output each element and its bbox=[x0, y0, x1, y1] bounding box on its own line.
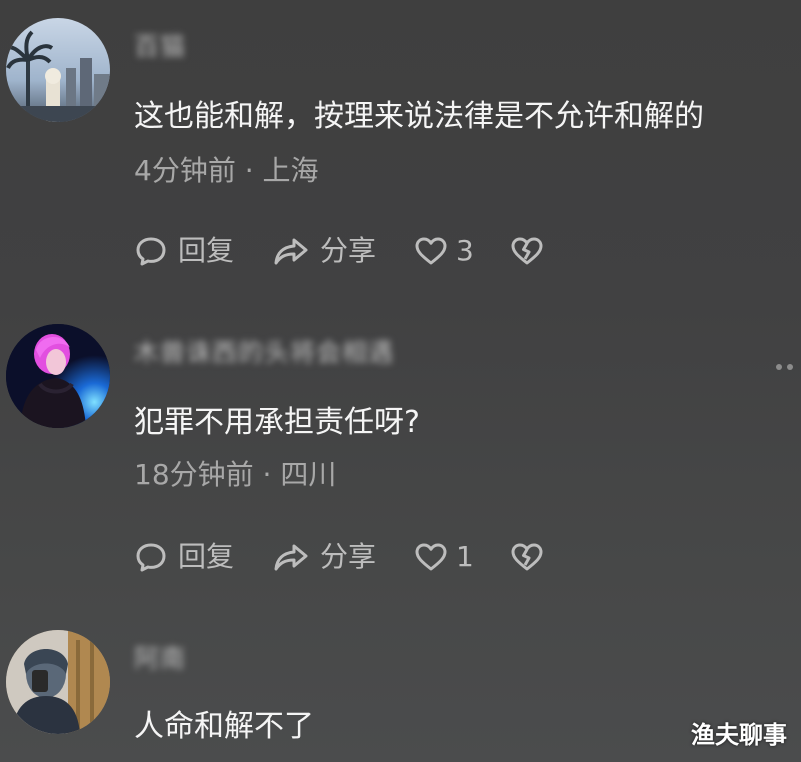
comment-username[interactable]: 阿南 bbox=[134, 644, 186, 674]
share-arrow-icon bbox=[274, 544, 308, 571]
broken-heart-icon bbox=[511, 237, 543, 265]
reply-label: 回复 bbox=[178, 540, 235, 573]
share-label: 分享 bbox=[320, 540, 377, 573]
heart-icon bbox=[415, 543, 447, 571]
avatar[interactable] bbox=[6, 324, 110, 428]
broken-heart-icon bbox=[511, 543, 543, 571]
like-button[interactable]: 3 bbox=[414, 233, 510, 269]
share-arrow-icon bbox=[274, 238, 308, 265]
heart-icon bbox=[415, 237, 447, 265]
comment-actions: 回复 分享 1 bbox=[134, 537, 544, 577]
comment-actions: 回复 分享 3 bbox=[134, 231, 544, 271]
comment-bubble-icon bbox=[136, 237, 166, 266]
comment-meta: 18分钟前 · 四川 bbox=[134, 458, 337, 491]
share-button[interactable]: 分享 bbox=[272, 233, 414, 269]
like-count: 3 bbox=[456, 234, 474, 267]
share-label: 分享 bbox=[320, 234, 377, 267]
reply-button[interactable]: 回复 bbox=[134, 233, 272, 269]
share-button[interactable]: 分享 bbox=[272, 539, 414, 575]
comment-meta: 4分钟前 · 上海 bbox=[134, 154, 319, 187]
comment-text: 这也能和解，按理来说法律是不允许和解的 bbox=[134, 99, 704, 134]
comment-text: 犯罪不用承担责任呀? bbox=[134, 405, 420, 440]
like-count: 1 bbox=[456, 540, 474, 573]
avatar[interactable] bbox=[6, 18, 110, 122]
watermark: 渔夫聊事 bbox=[691, 721, 787, 749]
comment-bubble-icon bbox=[136, 543, 166, 572]
more-dots-icon[interactable] bbox=[776, 364, 793, 370]
dislike-button[interactable] bbox=[510, 235, 544, 267]
comment-username[interactable]: 百猫 bbox=[134, 32, 186, 62]
comment-text: 人命和解不了 bbox=[134, 709, 314, 744]
avatar[interactable] bbox=[6, 630, 110, 734]
reply-label: 回复 bbox=[178, 234, 235, 267]
like-button[interactable]: 1 bbox=[414, 539, 510, 575]
reply-button[interactable]: 回复 bbox=[134, 539, 272, 575]
dislike-button[interactable] bbox=[510, 541, 544, 573]
comment-username[interactable]: 木兽诛西的头将会相遇 bbox=[134, 338, 394, 368]
